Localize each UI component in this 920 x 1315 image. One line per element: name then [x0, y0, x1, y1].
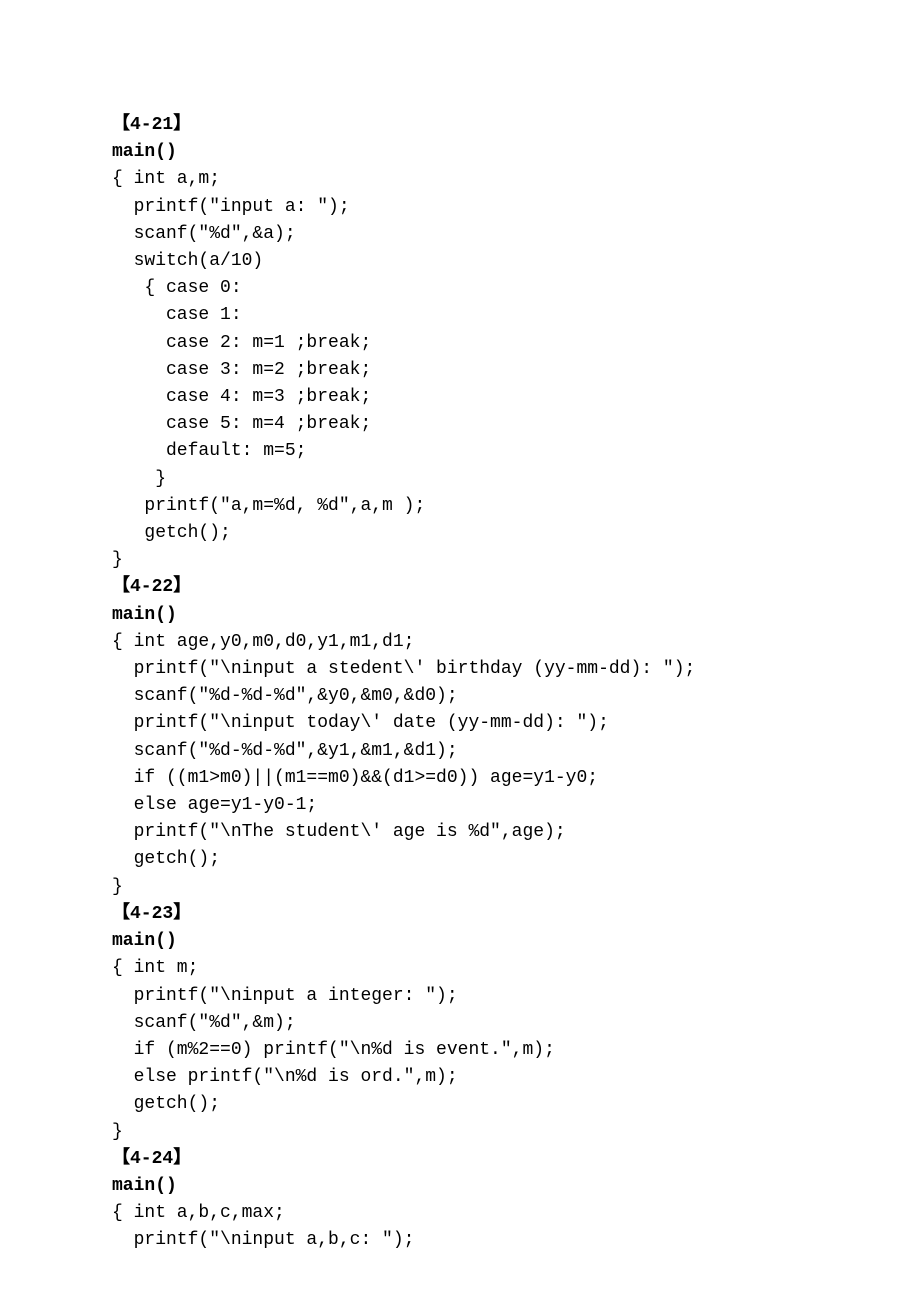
- code-line: switch(a/10): [112, 251, 263, 271]
- function-signature: main(): [112, 142, 177, 162]
- code-line: case 4: m=3 ;break;: [112, 387, 371, 407]
- code-line: else printf("\n%d is ord.",m);: [112, 1067, 458, 1087]
- code-line: }: [112, 877, 123, 897]
- code-line: case 3: m=2 ;break;: [112, 360, 371, 380]
- code-line: { int age,y0,m0,d0,y1,m1,d1;: [112, 632, 414, 652]
- code-line: { int m;: [112, 958, 198, 978]
- code-line: }: [112, 550, 123, 570]
- code-line: default: m=5;: [112, 441, 306, 461]
- code-line: printf("\nThe student\' age is %d",age);: [112, 822, 566, 842]
- code-line: printf("input a: ");: [112, 197, 350, 217]
- code-line: printf("\ninput a stedent\' birthday (yy…: [112, 659, 695, 679]
- section-title: 【4-23】: [112, 904, 191, 924]
- code-line: scanf("%d",&m);: [112, 1013, 296, 1033]
- code-line: if (m%2==0) printf("\n%d is event.",m);: [112, 1040, 555, 1060]
- code-line: }: [112, 469, 166, 489]
- code-line: { int a,b,c,max;: [112, 1203, 285, 1223]
- code-line: }: [112, 1122, 123, 1142]
- code-line: getch();: [112, 849, 220, 869]
- function-signature: main(): [112, 1176, 177, 1196]
- code-line: getch();: [112, 1094, 220, 1114]
- code-line: printf("\ninput today\' date (yy-mm-dd):…: [112, 713, 609, 733]
- code-line: scanf("%d-%d-%d",&y1,&m1,&d1);: [112, 741, 458, 761]
- section-title: 【4-24】: [112, 1149, 191, 1169]
- code-line: scanf("%d-%d-%d",&y0,&m0,&d0);: [112, 686, 458, 706]
- code-line: printf("\ninput a,b,c: ");: [112, 1230, 414, 1250]
- code-line: case 1:: [112, 305, 242, 325]
- code-line: getch();: [112, 523, 231, 543]
- function-signature: main(): [112, 605, 177, 625]
- code-line: { case 0:: [112, 278, 242, 298]
- code-line: else age=y1-y0-1;: [112, 795, 317, 815]
- code-line: printf("a,m=%d, %d",a,m );: [112, 496, 425, 516]
- code-line: case 2: m=1 ;break;: [112, 333, 371, 353]
- code-line: if ((m1>m0)||(m1==m0)&&(d1>=d0)) age=y1-…: [112, 768, 598, 788]
- code-line: scanf("%d",&a);: [112, 224, 296, 244]
- code-line: { int a,m;: [112, 169, 220, 189]
- section-title: 【4-21】: [112, 115, 191, 135]
- code-line: case 5: m=4 ;break;: [112, 414, 371, 434]
- code-line: printf("\ninput a integer: ");: [112, 986, 458, 1006]
- function-signature: main(): [112, 931, 177, 951]
- document-page: 【4-21】 main() { int a,m; printf("input a…: [0, 0, 920, 1315]
- section-title: 【4-22】: [112, 577, 191, 597]
